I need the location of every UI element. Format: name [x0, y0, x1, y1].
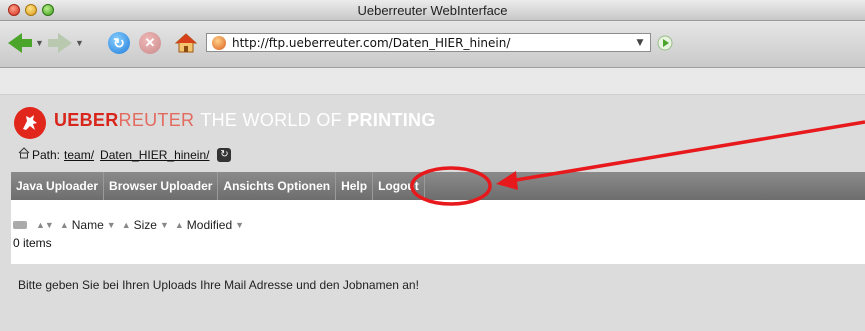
home-outline-icon [18, 147, 30, 162]
reload-icon[interactable]: ↻ [108, 32, 130, 54]
brand-part-reuter: REUTER [118, 110, 195, 130]
sort-desc-icon[interactable]: ▼ [107, 220, 116, 230]
nav-browser-uploader[interactable]: Browser Uploader [104, 172, 219, 200]
upload-notice: Bitte geben Sie bei Ihren Uploads Ihre M… [18, 278, 419, 292]
sort-desc-icon[interactable]: ▼ [160, 220, 169, 230]
column-size[interactable]: Size [134, 218, 157, 232]
breadcrumb-link-daten[interactable]: Daten_HIER_hinein/ [100, 148, 209, 162]
nav-logout[interactable]: Logout [373, 172, 425, 200]
path-label: Path: [32, 147, 61, 162]
brand-tagline-bold: PRINTING [347, 110, 436, 130]
column-name[interactable]: Name [72, 218, 104, 232]
select-all-icon[interactable] [13, 221, 27, 229]
breadcrumb: Path: team/ Daten_HIER_hinein/ ↻ [18, 147, 232, 162]
window-title: Ueberreuter WebInterface [357, 3, 508, 18]
sort-arrows-icon[interactable]: ▲▼ [36, 220, 54, 230]
refresh-folder-icon[interactable]: ↻ [217, 147, 232, 162]
page-content: UEBERREUTER THE WORLD OF PRINTING Path: t… [0, 95, 865, 331]
brand-wordmark: UEBERREUTER THE WORLD OF PRINTING [54, 110, 436, 131]
go-arrow-icon[interactable] [655, 33, 675, 52]
sort-asc-icon[interactable]: ▲ [60, 220, 69, 230]
main-nav: Java Uploader Browser Uploader Ansichts … [11, 172, 865, 200]
forward-history-caret-icon[interactable]: ▼ [75, 38, 84, 48]
sort-asc-icon[interactable]: ▲ [122, 220, 131, 230]
url-text[interactable]: http://ftp.ueberreuter.com/Daten_HIER_hi… [232, 36, 630, 50]
bookmarks-strip [0, 68, 865, 95]
brand-part-ueber: UEBER [54, 110, 119, 130]
stop-icon[interactable]: ✕ [139, 32, 161, 54]
column-modified[interactable]: Modified [187, 218, 232, 232]
sort-desc-icon[interactable]: ▼ [235, 220, 244, 230]
nav-help[interactable]: Help [336, 172, 374, 200]
brand-tagline: THE WORLD OF [200, 110, 342, 130]
item-count: 0 items [13, 236, 52, 250]
home-icon[interactable] [174, 31, 198, 55]
nav-ansichts-optionen[interactable]: Ansichts Optionen [218, 172, 337, 200]
browser-toolbar: ▼ ▼ ↻ ✕ http://ftp.ueberreuter.com/Daten… [0, 21, 865, 68]
sort-asc-icon[interactable]: ▲ [175, 220, 184, 230]
nav-java-uploader[interactable]: Java Uploader [11, 172, 105, 200]
breadcrumb-link-team[interactable]: team/ [64, 148, 94, 162]
ueberreuter-logo-icon [14, 107, 46, 139]
back-history-caret-icon[interactable]: ▼ [35, 38, 44, 48]
site-favicon-icon [212, 35, 226, 50]
file-list-panel: ▲▼ ▲ Name ▼ ▲ Size ▼ ▲ Modified ▼ 0 item… [11, 200, 865, 264]
forward-arrow-icon[interactable]: ▼ [48, 32, 84, 54]
back-arrow-icon[interactable]: ▼ [8, 32, 44, 54]
window-titlebar: Ueberreuter WebInterface [0, 0, 865, 21]
file-list-header: ▲▼ ▲ Name ▼ ▲ Size ▼ ▲ Modified ▼ [13, 218, 247, 232]
url-field[interactable]: http://ftp.ueberreuter.com/Daten_HIER_hi… [206, 33, 651, 52]
url-history-caret-icon[interactable]: ▼ [630, 38, 650, 48]
